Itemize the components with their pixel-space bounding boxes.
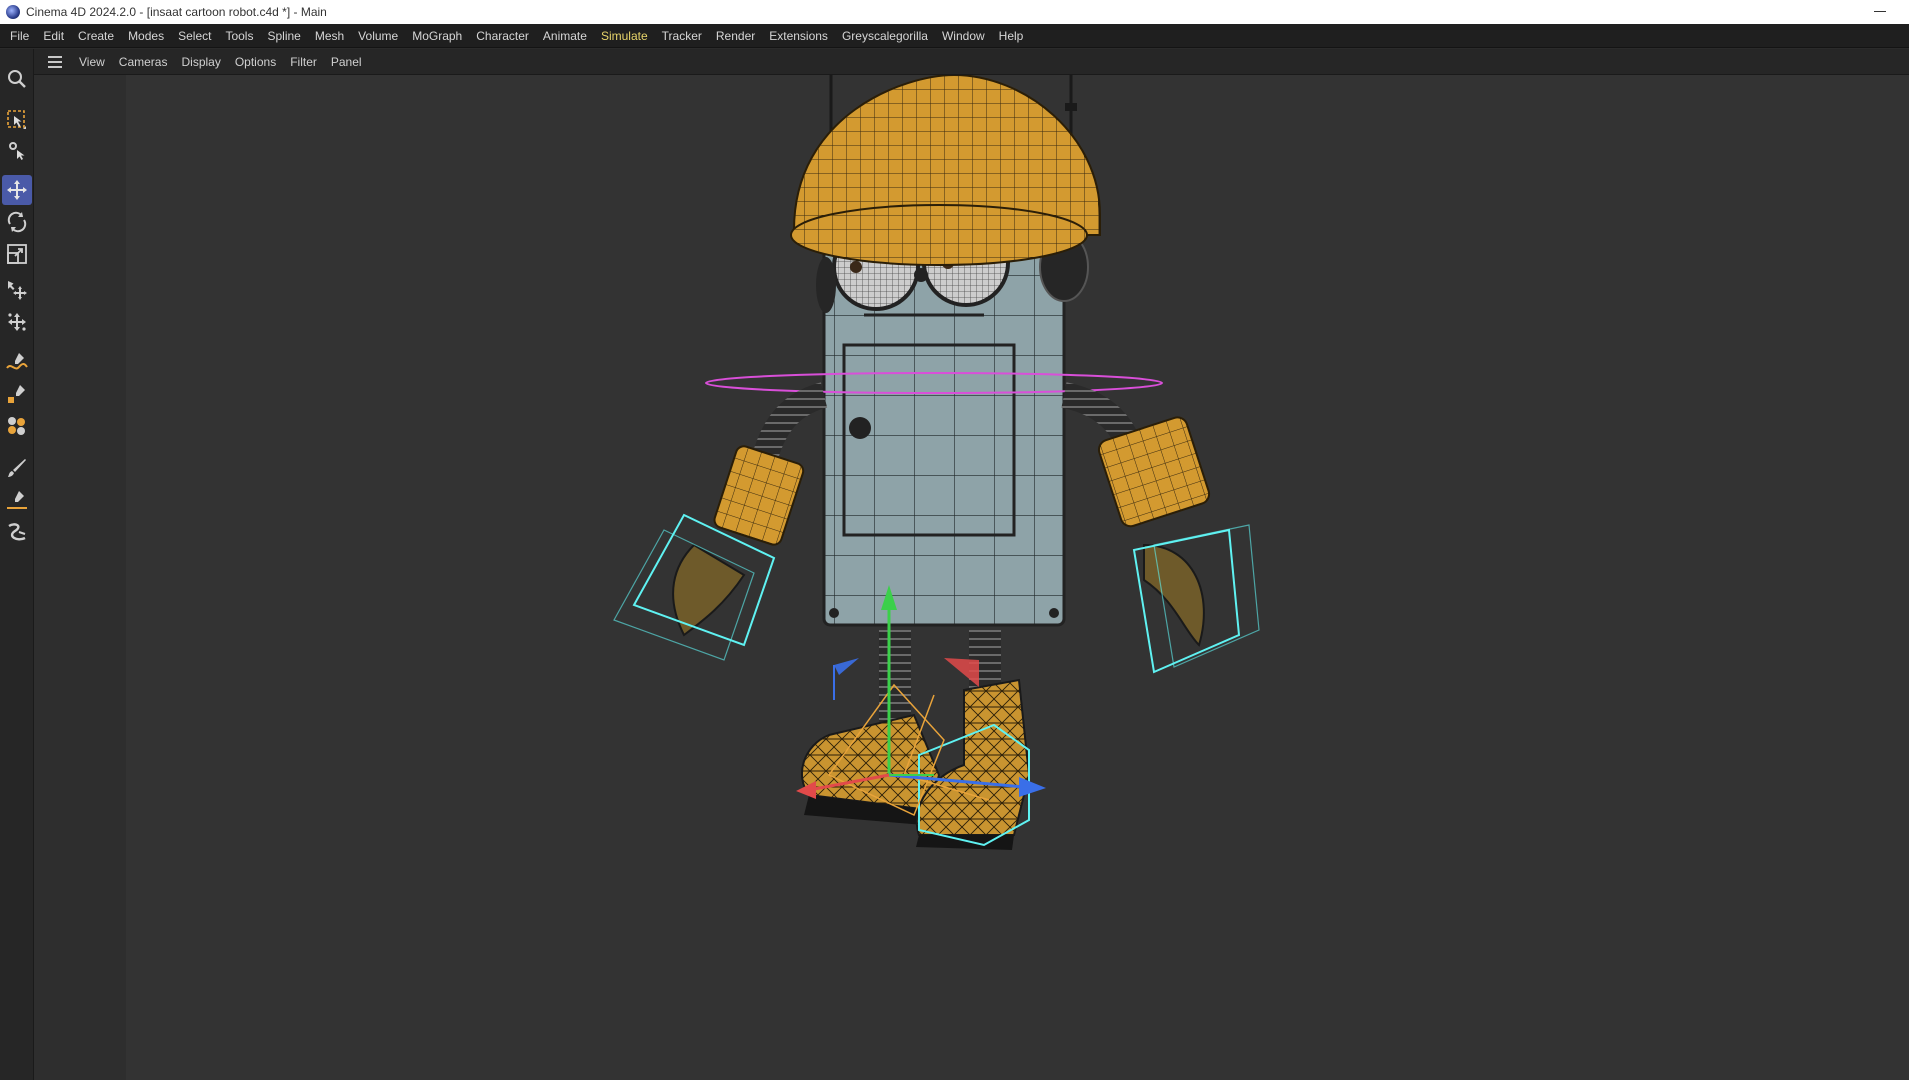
tool-rotate[interactable] [2, 207, 32, 237]
cinema4d-logo-icon [6, 5, 20, 19]
menu-bar: File Edit Create Modes Select Tools Spli… [0, 24, 1909, 48]
viewport-menu-filter[interactable]: Filter [283, 49, 324, 75]
menu-simulate[interactable]: Simulate [594, 24, 655, 48]
menu-help[interactable]: Help [992, 24, 1031, 48]
gizmo-plane-xy[interactable] [834, 658, 859, 675]
tool-spline-smooth[interactable] [2, 517, 32, 547]
menu-character[interactable]: Character [469, 24, 536, 48]
menu-mograph[interactable]: MoGraph [405, 24, 469, 48]
tool-move[interactable] [2, 175, 32, 205]
menu-edit[interactable]: Edit [36, 24, 71, 48]
tool-brush[interactable] [2, 453, 32, 483]
multi-move-icon [8, 313, 26, 331]
tool-pen-line[interactable] [2, 485, 32, 515]
3d-viewport[interactable] [34, 75, 1909, 1080]
viewport-menu-cameras[interactable]: Cameras [112, 49, 175, 75]
menu-create[interactable]: Create [71, 24, 121, 48]
viewport-menu-view[interactable]: View [72, 49, 112, 75]
viewport-menu-options[interactable]: Options [228, 49, 283, 75]
menu-select[interactable]: Select [171, 24, 218, 48]
hamburger-icon[interactable] [44, 49, 66, 75]
left-toolbar [0, 49, 34, 1080]
move-icon [7, 180, 27, 200]
menu-tracker[interactable]: Tracker [655, 24, 709, 48]
menu-extensions[interactable]: Extensions [762, 24, 835, 48]
search-icon [8, 70, 26, 88]
robot-arm-left [613, 382, 828, 661]
minimize-icon[interactable] [1873, 4, 1887, 18]
tool-scale[interactable] [2, 239, 32, 269]
scale-icon [7, 244, 27, 264]
spline-point-icon [8, 385, 25, 403]
viewport-menu-display[interactable]: Display [174, 49, 227, 75]
rotate-icon [7, 211, 27, 233]
menu-modes[interactable]: Modes [121, 24, 171, 48]
tool-transfer[interactable] [2, 275, 32, 305]
viewport-menu-panel[interactable]: Panel [324, 49, 369, 75]
menu-animate[interactable]: Animate [536, 24, 594, 48]
menu-render[interactable]: Render [709, 24, 762, 48]
menu-volume[interactable]: Volume [351, 24, 405, 48]
selection-filter-icon [9, 142, 25, 160]
tool-multi-move[interactable] [2, 307, 32, 337]
robot-model[interactable] [34, 75, 1909, 1080]
menu-mesh[interactable]: Mesh [308, 24, 351, 48]
pen-line-icon [7, 491, 27, 509]
menu-greyscalegorilla[interactable]: Greyscalegorilla [835, 24, 935, 48]
tool-selection-filter[interactable] [2, 135, 32, 165]
window-title: Cinema 4D 2024.2.0 - [insaat cartoon rob… [26, 5, 327, 19]
tool-spline-point[interactable] [2, 379, 32, 409]
viewport-menu-bar: View Cameras Display Options Filter Pane… [34, 49, 1909, 75]
tool-search[interactable] [2, 64, 32, 94]
spline-smooth-icon [8, 523, 26, 541]
menu-window[interactable]: Window [935, 24, 992, 48]
brush-icon [8, 459, 26, 477]
title-bar: Cinema 4D 2024.2.0 - [insaat cartoon rob… [0, 0, 1909, 24]
spline-pen-icon [6, 353, 28, 370]
menu-spline[interactable]: Spline [260, 24, 307, 48]
menu-tools[interactable]: Tools [218, 24, 260, 48]
robot-helmet [790, 75, 1101, 266]
menu-file[interactable]: File [3, 24, 36, 48]
tool-spline-pen[interactable] [2, 347, 32, 377]
select-icon [7, 110, 26, 129]
tool-volume-brush[interactable] [2, 411, 32, 441]
volume-brush-icon [8, 417, 25, 435]
robot-arm-right [1060, 382, 1260, 674]
transfer-icon [8, 281, 27, 300]
tool-select[interactable] [2, 105, 32, 135]
